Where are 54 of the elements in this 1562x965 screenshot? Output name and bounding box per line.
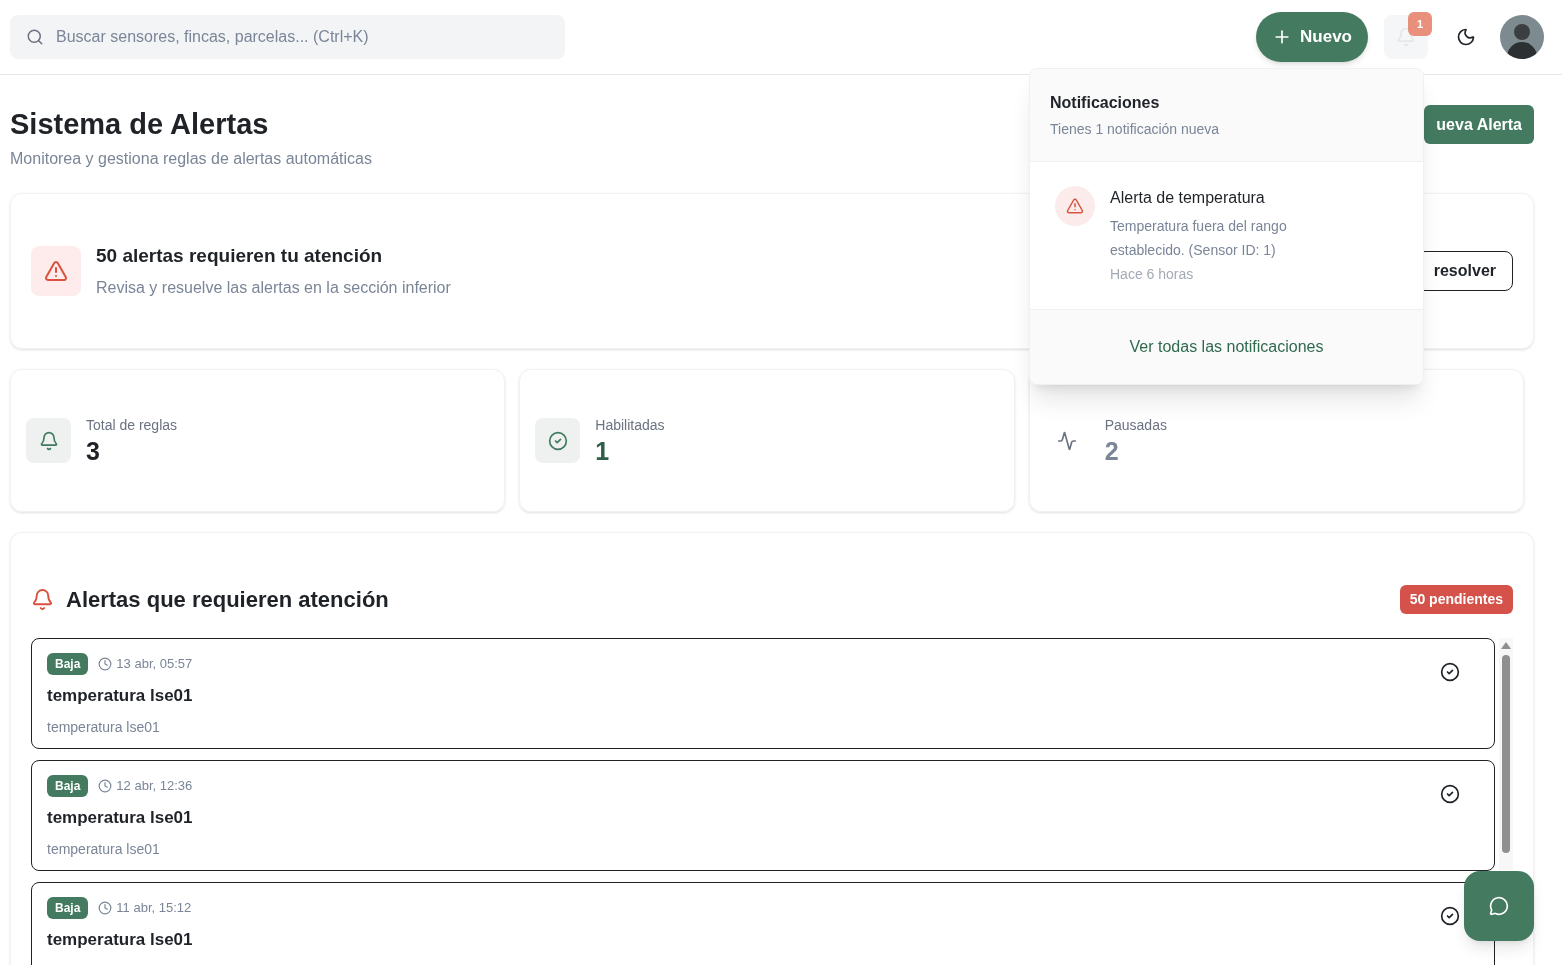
clock-icon [98, 779, 113, 793]
page-title: Sistema de Alertas [10, 107, 270, 142]
severity-tag: Baja [47, 897, 89, 919]
menu-subtitle: Tienes 1 notificación nueva [1050, 120, 1221, 139]
stat-value: 2 [1104, 436, 1120, 466]
page-subtitle: Monitorea y gestiona reglas de alertas automáticas [10, 149, 372, 169]
alert-description: temperatura lse01 [47, 839, 161, 859]
notification-count: 1 [1408, 12, 1432, 36]
scroll-up-arrow-icon[interactable] [1501, 642, 1511, 649]
alert-title: temperatura lse01 [47, 685, 194, 707]
stat-label: Total de reglas [86, 416, 178, 435]
search-field[interactable]: Buscar sensores, fincas, parcelas... (Ctrl+K) [10, 15, 565, 59]
alert-title: temperatura lse01 [47, 929, 194, 951]
clock-icon [98, 657, 113, 671]
notification-text: Temperatura fuera del rango establecido. (Sensor ID: 1) [1110, 217, 1288, 260]
resolve-icon-button[interactable] [1439, 905, 1461, 927]
severity-tag: Baja [47, 775, 89, 797]
warning-icon [1055, 186, 1095, 226]
view-all-link[interactable]: Ver todas las notificaciones [1129, 335, 1324, 359]
check-icon [535, 418, 581, 463]
alert-time: 13 abr, 05:57 [116, 655, 193, 674]
search-icon [26, 28, 44, 46]
stat-value: 1 [595, 436, 611, 466]
alert-title: temperatura lse01 [47, 807, 194, 829]
bell-icon [1396, 27, 1416, 47]
alert-card[interactable]: Baja 12 abr, 12:36 temperatura lse01 temperatura lse01 [31, 760, 1495, 871]
chat-bubble-icon [1489, 896, 1509, 916]
stat-label: Habilitadas [595, 416, 665, 435]
severity-tag: Baja [47, 653, 89, 675]
pending-count: 50 pendientes [1399, 585, 1513, 614]
bell-icon [26, 418, 71, 463]
banner-title: 50 alertas requieren tu atención [96, 243, 384, 268]
stat-label: Pausadas [1104, 416, 1167, 435]
avatar[interactable] [1500, 15, 1544, 59]
notification-time: Hace 6 horas [1110, 265, 1195, 284]
alert-description: temperatura lse01 [47, 717, 161, 737]
moon-icon[interactable] [1456, 27, 1476, 47]
menu-title: Notificaciones [1050, 93, 1161, 113]
chat-button[interactable] [1464, 871, 1534, 941]
alert-time: 11 abr, 15:12 [116, 899, 192, 918]
notification-title: Alerta de temperatura [1110, 188, 1266, 208]
panel-title: Alertas que requieren atención [66, 586, 389, 614]
scrollbar[interactable] [1499, 638, 1513, 870]
bell-icon [31, 588, 54, 611]
banner-text: Revisa y resuelve las alertas en la sección inferior [96, 278, 451, 299]
warning-icon [31, 246, 81, 296]
alert-card[interactable]: Baja 13 abr, 05:57 temperatura lse01 temperatura lse01 [31, 638, 1495, 749]
new-alert-button[interactable]: ueva Alerta [1424, 105, 1534, 144]
resolve-icon-button[interactable] [1439, 783, 1461, 805]
clock-icon [98, 901, 113, 915]
stat-value: 3 [86, 436, 101, 466]
resolve-icon-button[interactable] [1439, 661, 1461, 683]
alert-time: 12 abr, 12:36 [116, 777, 193, 796]
new-button[interactable]: Nuevo [1256, 12, 1368, 62]
